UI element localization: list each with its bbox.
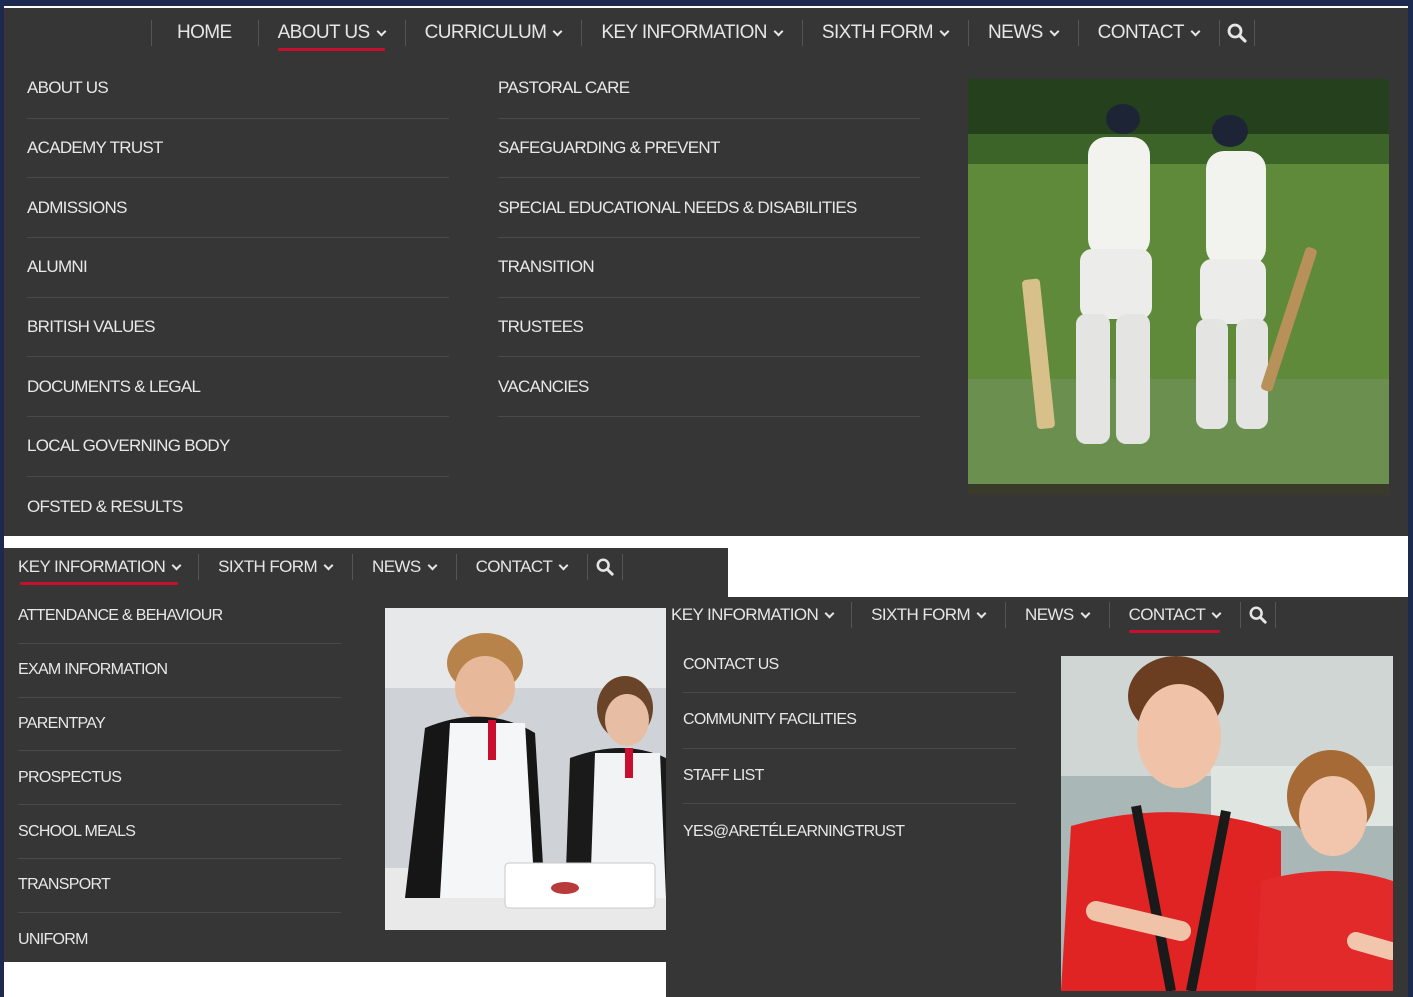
chevron-down-icon xyxy=(976,608,987,618)
chevron-down-icon xyxy=(939,26,950,36)
menu-item-transport[interactable]: TRANSPORT xyxy=(18,859,341,913)
nav-news[interactable]: NEWS xyxy=(1005,593,1109,637)
menu-item-pastoral-care[interactable]: PASTORAL CARE xyxy=(498,59,920,119)
main-nav-1: HOME ABOUT US CURRICULUM KEY INFORMATION… xyxy=(151,11,1255,55)
search-icon xyxy=(1227,23,1247,43)
science-class-photo xyxy=(385,608,666,930)
nav-contact-label: CONTACT xyxy=(1097,22,1185,43)
nav-sixth-form[interactable]: SIXTH FORM xyxy=(198,545,352,589)
menu-item-admissions[interactable]: ADMISSIONS xyxy=(27,178,449,239)
menu-item-safeguarding[interactable]: SAFEGUARDING & PREVENT xyxy=(498,119,920,179)
nav-contact-label: CONTACT xyxy=(475,557,553,576)
menu-item-alumni[interactable]: ALUMNI xyxy=(27,238,449,298)
menu-item-local-governing-body[interactable]: LOCAL GOVERNING BODY xyxy=(27,417,449,477)
nav-sixth-form[interactable]: SIXTH FORM xyxy=(851,593,1005,637)
menu-item-exam-information[interactable]: EXAM INFORMATION xyxy=(18,644,341,698)
nav-sixth-form[interactable]: SIXTH FORM xyxy=(801,11,968,55)
nav-contact-label: CONTACT xyxy=(1128,605,1206,624)
nav-key-information[interactable]: KEY INFORMATION xyxy=(666,593,851,637)
menu-item-documents-legal[interactable]: DOCUMENTS & LEGAL xyxy=(27,357,449,418)
menu-item-about-us[interactable]: ABOUT US xyxy=(27,59,449,119)
menu-item-vacancies[interactable]: VACANCIES xyxy=(498,357,920,418)
menu-item-school-meals[interactable]: SCHOOL MEALS xyxy=(18,805,341,859)
menu-item-contact-us[interactable]: CONTACT US xyxy=(683,638,1016,694)
nav-key-information-active[interactable]: KEY INFORMATION xyxy=(0,545,198,589)
chevron-down-icon xyxy=(376,26,387,36)
about-us-menu-col1: ABOUT US ACADEMY TRUST ADMISSIONS ALUMNI… xyxy=(27,59,449,537)
menu-item-transition[interactable]: TRANSITION xyxy=(498,238,920,298)
nav-contact[interactable]: CONTACT xyxy=(455,545,588,589)
nav-key-information-label: KEY INFORMATION xyxy=(601,22,767,43)
cricket-players-photo xyxy=(968,79,1389,495)
search-icon xyxy=(1249,606,1267,624)
nav-sixth-form-label: SIXTH FORM xyxy=(821,22,934,43)
chevron-down-icon xyxy=(427,560,438,570)
frame-edge-top xyxy=(0,0,1413,6)
menu-item-parentpay[interactable]: PARENTPAY xyxy=(18,698,341,752)
search-button[interactable] xyxy=(1218,11,1255,55)
key-information-menu: ATTENDANCE & BEHAVIOUR EXAM INFORMATION … xyxy=(18,590,341,967)
menu-item-community-facilities[interactable]: COMMUNITY FACILITIES xyxy=(683,693,1016,749)
chevron-down-icon xyxy=(824,608,835,618)
main-nav-2: KEY INFORMATION SIXTH FORM NEWS CONTACT xyxy=(0,545,624,589)
nav-home-label: HOME xyxy=(177,22,232,43)
menu-item-british-values[interactable]: BRITISH VALUES xyxy=(27,298,449,358)
search-button[interactable] xyxy=(587,545,624,589)
nav-home[interactable]: HOME xyxy=(151,11,258,55)
menu-item-uniform[interactable]: UNIFORM xyxy=(18,913,341,967)
nav-key-information[interactable]: KEY INFORMATION xyxy=(581,11,802,55)
chevron-down-icon xyxy=(323,560,334,570)
chevron-down-icon xyxy=(171,560,182,570)
chevron-down-icon xyxy=(558,560,569,570)
nav-key-information-label: KEY INFORMATION xyxy=(18,557,166,576)
main-nav-3: KEY INFORMATION SIXTH FORM NEWS CONTACT xyxy=(666,593,1277,637)
about-us-menu-col2: PASTORAL CARE SAFEGUARDING & PREVENT SPE… xyxy=(498,59,920,418)
nav-key-information-label: KEY INFORMATION xyxy=(671,605,819,624)
nav-sixth-form-label: SIXTH FORM xyxy=(871,605,971,624)
nav-about-us[interactable]: ABOUT US xyxy=(257,11,405,55)
menu-item-send[interactable]: SPECIAL EDUCATIONAL NEEDS & DISABILITIES xyxy=(498,178,920,239)
nav-curriculum-label: CURRICULUM xyxy=(424,22,547,43)
nav-curriculum[interactable]: CURRICULUM xyxy=(404,11,582,55)
menu-item-academy-trust[interactable]: ACADEMY TRUST xyxy=(27,119,449,179)
chevron-down-icon xyxy=(773,26,784,36)
nav-contact-active[interactable]: CONTACT xyxy=(1108,593,1241,637)
nav-news[interactable]: NEWS xyxy=(352,545,456,589)
nav-about-us-label: ABOUT US xyxy=(277,22,371,43)
chevron-down-icon xyxy=(1049,26,1060,36)
chevron-down-icon xyxy=(1190,26,1201,36)
menu-item-email-link[interactable]: YES@ARETÉLEARNINGTRUST xyxy=(683,804,1016,859)
nav-news-label: NEWS xyxy=(1025,605,1074,624)
chevron-down-icon xyxy=(1211,608,1222,618)
nav-news[interactable]: NEWS xyxy=(968,11,1078,55)
nav-news-label: NEWS xyxy=(988,22,1043,43)
nav-news-label: NEWS xyxy=(372,557,421,576)
menu-item-trustees[interactable]: TRUSTEES xyxy=(498,298,920,358)
menu-item-staff-list[interactable]: STAFF LIST xyxy=(683,749,1016,804)
search-icon xyxy=(596,558,614,576)
menu-item-ofsted-results[interactable]: OFSTED & RESULTS xyxy=(27,477,449,537)
search-button[interactable] xyxy=(1240,593,1277,637)
frame-edge-right xyxy=(1408,0,1413,997)
chevron-down-icon xyxy=(552,26,563,36)
nav-sixth-form-label: SIXTH FORM xyxy=(218,557,318,576)
menu-item-attendance-behaviour[interactable]: ATTENDANCE & BEHAVIOUR xyxy=(18,590,341,644)
chevron-down-icon xyxy=(1080,608,1091,618)
contact-menu: CONTACT US COMMUNITY FACILITIES STAFF LI… xyxy=(683,638,1016,859)
menu-item-prospectus[interactable]: PROSPECTUS xyxy=(18,751,341,806)
students-teamwork-photo xyxy=(1061,656,1393,991)
nav-contact[interactable]: CONTACT xyxy=(1077,11,1219,55)
